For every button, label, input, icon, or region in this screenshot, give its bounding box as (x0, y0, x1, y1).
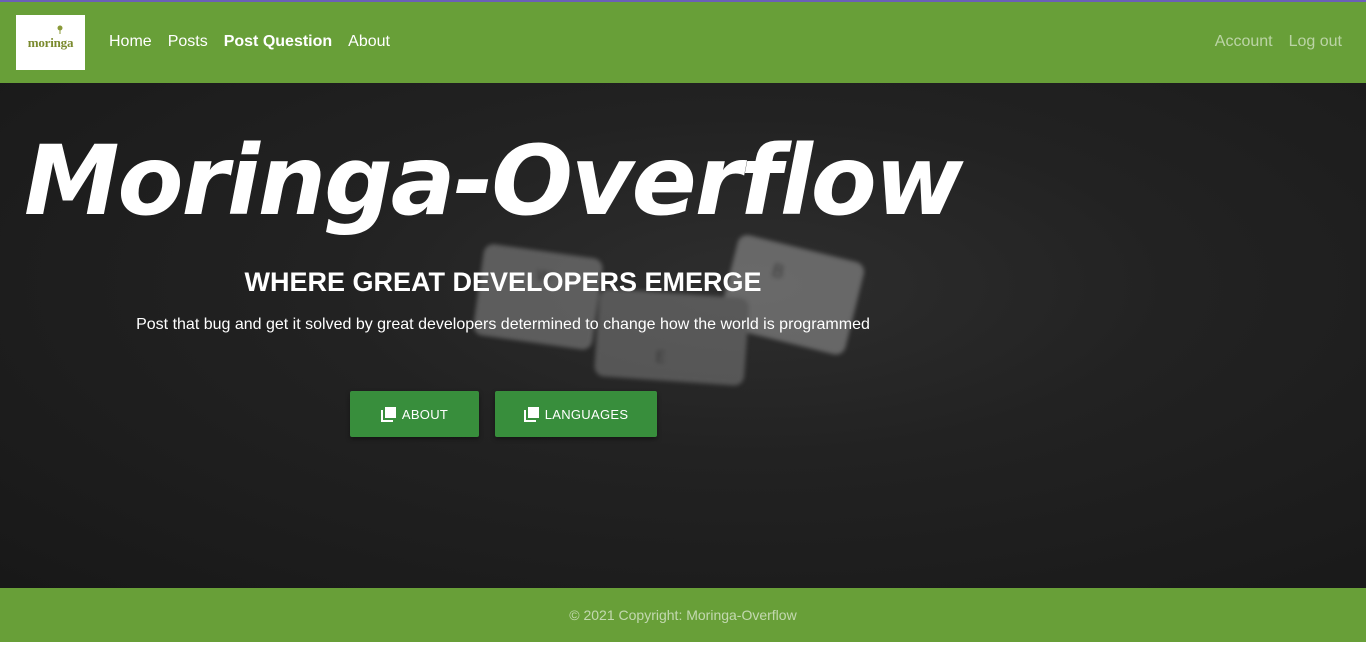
hero-description: Post that bug and get it solved by great… (136, 316, 870, 333)
logo-wordmark: moringa (27, 34, 74, 50)
hero-title: Moringa-Overflow (24, 125, 963, 237)
footer: © 2021 Copyright: Moringa-Overflow (0, 588, 1366, 642)
copy-icon (380, 406, 396, 422)
nav-post-question-link[interactable]: Post Question (224, 33, 332, 51)
copy-icon (523, 406, 539, 422)
nav-primary-links: Home Posts Post Question About (109, 33, 390, 51)
about-button-label: ABOUT (401, 406, 449, 422)
hero-subtitle: WHERE GREAT DEVELOPERS EMERGE (244, 267, 762, 297)
nav-account-link[interactable]: Account (1215, 33, 1273, 51)
hero-section: W B E Moringa-Overflow WHERE GREAT DEVEL… (0, 83, 1366, 588)
logo-tree-icon (57, 25, 63, 34)
navbar: moringa Home Posts Post Question About A… (0, 2, 1366, 83)
svg-text:E: E (655, 347, 666, 367)
languages-button-label: LANGUAGES (544, 406, 629, 422)
nav-about-link[interactable]: About (348, 33, 390, 51)
nav-home-link[interactable]: Home (109, 33, 152, 51)
footer-copyright: © 2021 Copyright: Moringa-Overflow (569, 607, 797, 623)
languages-button[interactable]: LANGUAGES (495, 391, 657, 437)
moringa-logo[interactable]: moringa (16, 15, 85, 70)
nav-account-links: Account Log out (1215, 33, 1342, 51)
about-button[interactable]: ABOUT (350, 391, 479, 437)
nav-posts-link[interactable]: Posts (168, 33, 208, 51)
nav-logout-link[interactable]: Log out (1289, 33, 1342, 51)
